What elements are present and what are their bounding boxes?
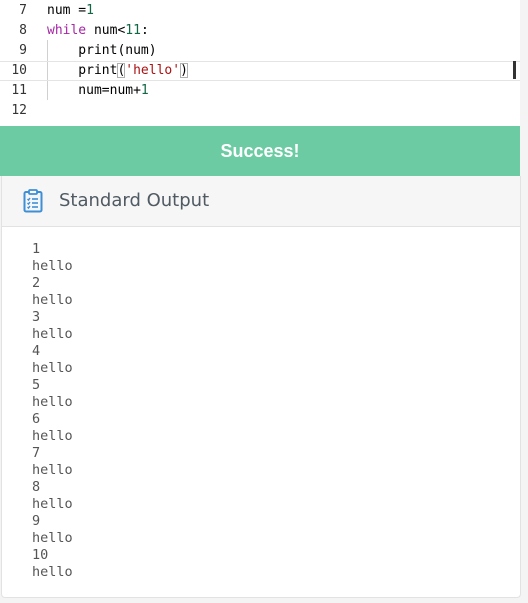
output-title: Standard Output xyxy=(59,190,210,211)
code-line[interactable]: 10 print('hello') xyxy=(0,61,520,81)
line-number: 10 xyxy=(11,63,27,78)
output-lines: 1 hello 2 hello 3 hello 4 hello 5 hello 6 hello 7 hel… xyxy=(32,241,73,581)
code-token: while xyxy=(47,23,87,38)
output-line: 2 xyxy=(32,275,41,291)
output-header: Standard Output xyxy=(2,176,520,227)
code-editor[interactable]: 7 num =1 8 while num<11: 9 print(num) 10 prin… xyxy=(0,0,520,126)
output-line: 5 xyxy=(32,377,41,393)
code-token: print xyxy=(47,63,118,78)
code-token: print(num) xyxy=(47,43,157,58)
output-line: hello xyxy=(32,462,73,478)
code-line[interactable]: 9 print(num) xyxy=(0,41,520,61)
line-number: 9 xyxy=(19,43,27,58)
code-line[interactable]: 12 xyxy=(0,101,520,121)
code-text: num =1 xyxy=(47,1,94,21)
line-number: 12 xyxy=(11,103,27,118)
code-token: 1 xyxy=(86,3,94,18)
code-line[interactable]: 11 num=num+1 xyxy=(0,81,520,101)
output-line: hello xyxy=(32,258,73,274)
output-line: hello xyxy=(32,394,73,410)
code-line[interactable]: 8 while num<11: xyxy=(0,21,520,41)
code-token: num = xyxy=(47,3,87,18)
output-line: 6 xyxy=(32,411,41,427)
output-line: hello xyxy=(32,292,73,308)
code-token: ) xyxy=(180,63,188,78)
output-line: 10 xyxy=(32,547,49,563)
clipboard-list-icon xyxy=(23,189,43,213)
success-banner: Success! xyxy=(0,126,520,176)
code-token: num=num+ xyxy=(47,83,141,98)
code-text: while num<11: xyxy=(47,21,149,41)
code-token: : xyxy=(140,23,149,38)
line-number: 8 xyxy=(19,23,27,38)
code-line[interactable]: 7 num =1 xyxy=(0,1,520,21)
output-line: 9 xyxy=(32,513,41,529)
standard-output-panel: Standard Output 1 hello 2 hello 3 hello 4 hello… xyxy=(1,176,521,598)
code-text: num=num+1 xyxy=(47,81,149,101)
code-text: print('hello') xyxy=(47,62,188,80)
output-line: hello xyxy=(32,428,73,444)
output-line: 3 xyxy=(32,309,41,325)
code-token: 11 xyxy=(125,23,141,38)
output-line: 4 xyxy=(32,343,41,359)
output-line: hello xyxy=(32,496,73,512)
text-cursor xyxy=(513,61,516,79)
code-text: print(num) xyxy=(47,41,157,61)
code-token: 1 xyxy=(140,83,149,98)
output-line: hello xyxy=(32,564,73,580)
code-token: 'hello' xyxy=(125,63,181,78)
output-line: 8 xyxy=(32,479,41,495)
code-token: num< xyxy=(86,23,126,38)
output-line: 7 xyxy=(32,445,41,461)
output-line: hello xyxy=(32,360,73,376)
page: 7 num =1 8 while num<11: 9 print(num) 10 prin… xyxy=(0,0,528,603)
line-number: 7 xyxy=(19,3,27,18)
line-number: 11 xyxy=(11,83,27,98)
output-line: hello xyxy=(32,326,73,342)
output-line: 1 xyxy=(32,241,41,257)
output-line: hello xyxy=(32,530,73,546)
